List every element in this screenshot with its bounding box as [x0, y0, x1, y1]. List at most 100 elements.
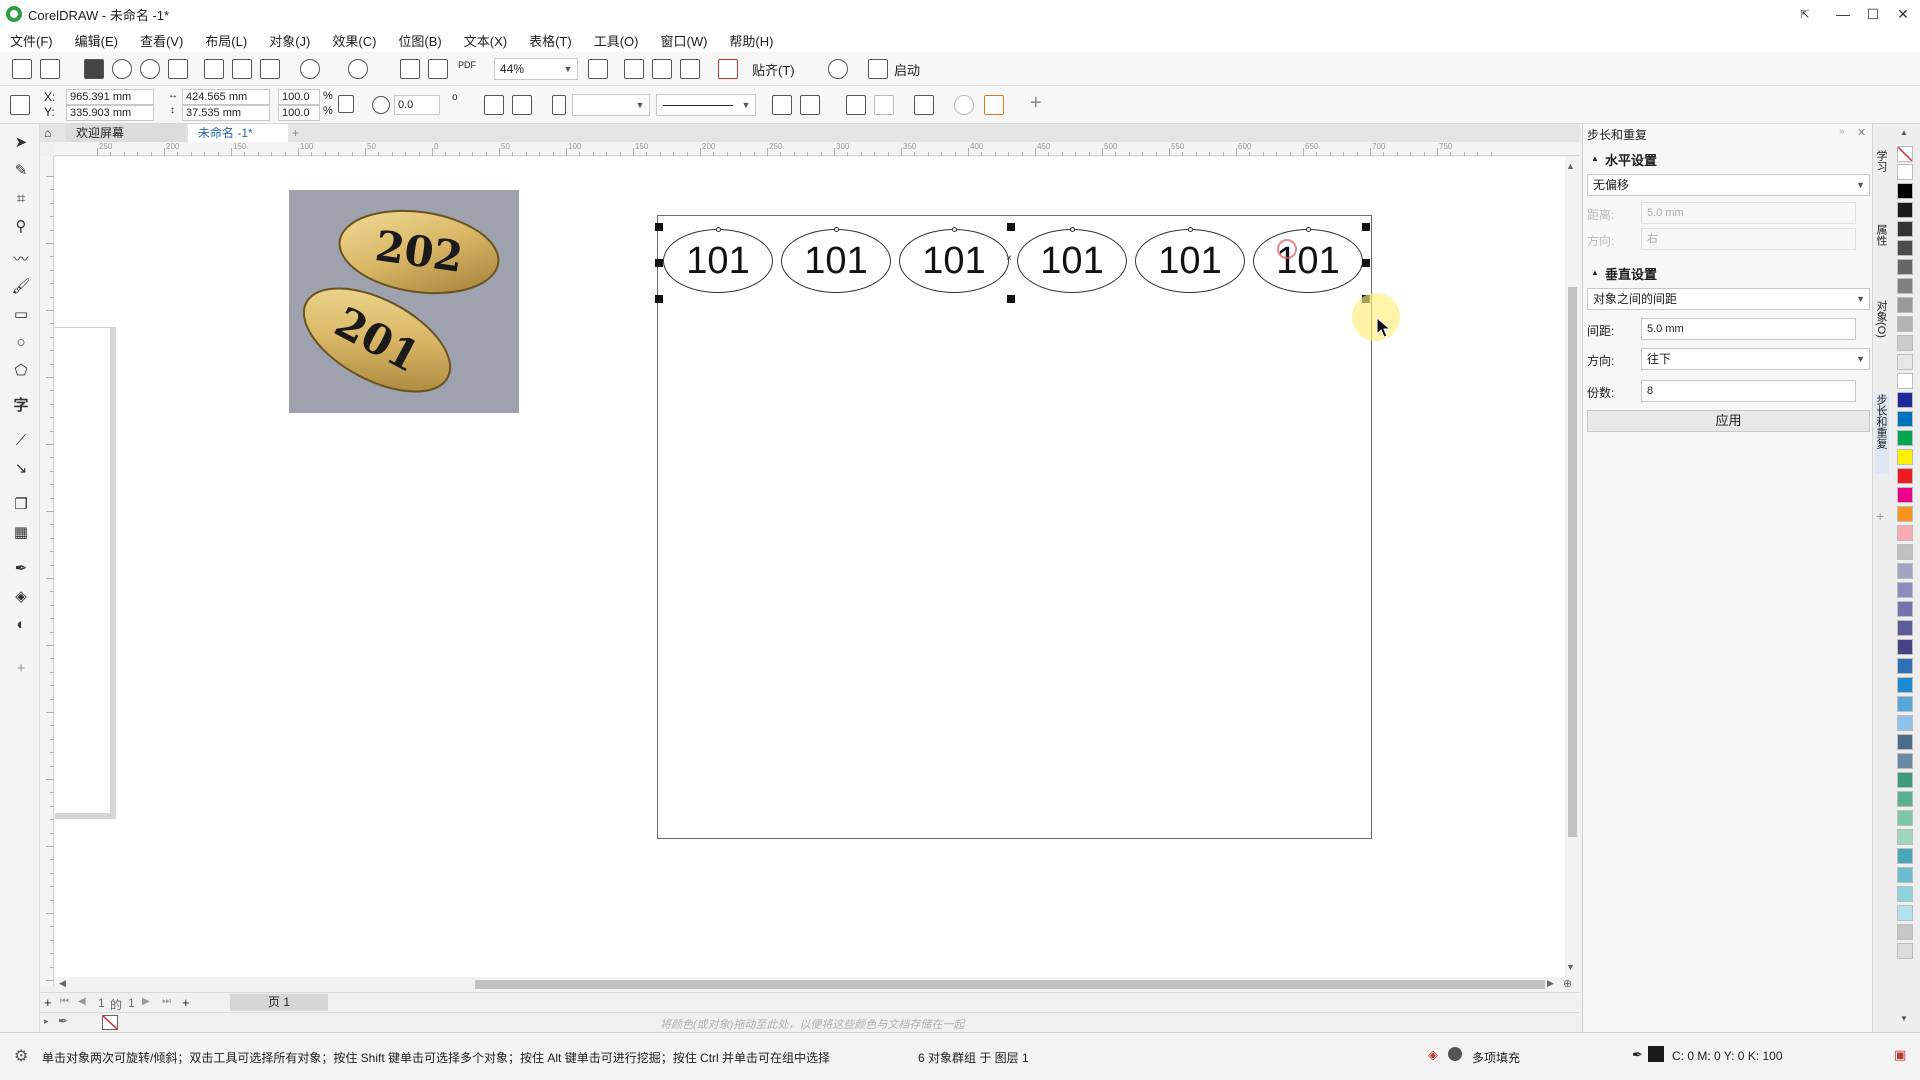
vertical-scrollbar[interactable]: ▲ ▼	[1565, 157, 1580, 977]
break-apart-icon[interactable]	[800, 95, 820, 115]
launch-icon[interactable]	[868, 59, 888, 79]
text-tool-icon[interactable]: 字	[11, 394, 31, 414]
to-front-icon[interactable]	[954, 95, 974, 115]
color-swatch[interactable]	[1897, 468, 1913, 484]
artistic-media-icon[interactable]: 🖌	[11, 276, 31, 296]
add-icon[interactable]: +	[1030, 92, 1042, 115]
tab-document[interactable]: 未命名 -1*	[188, 124, 288, 142]
horizontal-distance-field[interactable]: 5.0 mm	[1641, 202, 1856, 224]
line-style-combo[interactable]: ▼	[656, 94, 756, 116]
color-swatch[interactable]	[1897, 886, 1913, 902]
menu-tools[interactable]: 工具(O)	[594, 31, 639, 50]
selection-handle-bc[interactable]	[1007, 295, 1015, 303]
smart-fill-icon[interactable]: ◐	[11, 614, 31, 634]
color-swatch[interactable]	[1897, 202, 1913, 218]
horizontal-mode-select[interactable]: 无偏移 ▼	[1587, 174, 1870, 196]
color-swatch[interactable]	[1897, 316, 1913, 332]
horizontal-scrollbar[interactable]: ◀ ▶ ⊕	[55, 977, 1580, 992]
eyedropper-icon[interactable]: ✒	[11, 558, 31, 578]
to-back-icon[interactable]	[984, 95, 1004, 115]
color-swatch[interactable]	[1897, 411, 1913, 427]
color-swatch[interactable]	[1897, 487, 1913, 503]
no-color-swatch[interactable]	[1897, 146, 1913, 162]
interactive-fill-icon[interactable]: ◈	[11, 586, 31, 606]
scroll-up-icon[interactable]: ▲	[1566, 161, 1575, 171]
maximize-button[interactable]: ☐	[1858, 0, 1888, 28]
x-position-field[interactable]: 965.391 mm	[66, 89, 154, 105]
minimize-button[interactable]: —	[1828, 0, 1858, 28]
pick-tool-icon[interactable]: ➤	[11, 132, 31, 152]
combine-icon[interactable]	[772, 95, 792, 115]
polygon-tool-icon[interactable]: ⬠	[11, 360, 31, 380]
tab-properties[interactable]: 属性	[1875, 224, 1889, 264]
color-swatch[interactable]	[1897, 734, 1913, 750]
selection-handle-bl[interactable]	[655, 295, 663, 303]
vertical-mode-select[interactable]: 对象之间的间距 ▼	[1587, 288, 1870, 310]
cloud-upload-icon[interactable]	[112, 59, 132, 79]
color-swatch[interactable]	[1897, 544, 1913, 560]
menu-layout[interactable]: 布局(L)	[205, 31, 247, 50]
scroll-right-icon[interactable]: ▶	[1547, 978, 1554, 989]
color-swatch[interactable]	[1897, 183, 1913, 199]
menu-view[interactable]: 查看(V)	[140, 31, 183, 50]
selection-handle-tl[interactable]	[655, 223, 663, 231]
undo-icon[interactable]	[300, 59, 320, 79]
connector-tool-icon[interactable]: ↘	[11, 458, 31, 478]
transparency-icon[interactable]: ▦	[11, 522, 31, 542]
oval-label-5[interactable]: 101	[1135, 229, 1245, 293]
color-swatch[interactable]	[1897, 449, 1913, 465]
color-swatch[interactable]	[1897, 582, 1913, 598]
menu-table[interactable]: 表格(T)	[529, 31, 572, 50]
add-tool-icon[interactable]: +	[11, 658, 31, 678]
vertical-direction-select[interactable]: 往下 ▼	[1641, 348, 1870, 370]
copy-icon[interactable]	[232, 59, 252, 79]
parallel-dimension-icon[interactable]: ⟋	[11, 430, 31, 450]
oval-label-3[interactable]: 101	[899, 229, 1009, 293]
open-icon[interactable]	[40, 59, 60, 79]
palette-menu-icon[interactable]: ▸	[44, 1016, 49, 1027]
previous-page-icon[interactable]: ◀	[78, 996, 86, 1007]
color-swatch[interactable]	[1897, 848, 1913, 864]
pin-icon[interactable]: ⇱	[1790, 0, 1820, 28]
color-swatch[interactable]	[1897, 753, 1913, 769]
color-swatch[interactable]	[1897, 829, 1913, 845]
color-swatch[interactable]	[1897, 639, 1913, 655]
color-swatch[interactable]	[1897, 810, 1913, 826]
tab-step-and-repeat[interactable]: 步长和重复	[1875, 394, 1889, 474]
outline-pen-icon[interactable]	[552, 95, 566, 115]
selection-handle-tr[interactable]	[1362, 223, 1370, 231]
color-swatch[interactable]	[1897, 392, 1913, 408]
rectangle-tool-icon[interactable]: ▭	[11, 304, 31, 324]
color-swatch[interactable]	[1897, 506, 1913, 522]
paste-icon[interactable]	[260, 59, 280, 79]
zoom-navigator-icon[interactable]: ⊕	[1563, 977, 1572, 990]
next-page-icon[interactable]: ▶	[142, 996, 150, 1007]
color-swatch[interactable]	[1897, 297, 1913, 313]
color-swatch[interactable]	[1897, 240, 1913, 256]
selection-handle-ml[interactable]	[655, 259, 663, 267]
full-screen-icon[interactable]	[588, 59, 608, 79]
color-swatch[interactable]	[1897, 221, 1913, 237]
first-page-icon[interactable]: ⏮	[60, 996, 69, 1007]
scroll-left-icon[interactable]: ◀	[59, 978, 66, 989]
color-swatch[interactable]	[1897, 259, 1913, 275]
docker-close-icon[interactable]: ✕	[1857, 126, 1866, 139]
color-swatch[interactable]	[1897, 335, 1913, 351]
palette-scroll-down-icon[interactable]: ▼	[1900, 1014, 1908, 1023]
palette-scroll-up-icon[interactable]: ▲	[1900, 128, 1908, 137]
add-page-after-icon[interactable]: +	[182, 995, 190, 1010]
save-icon[interactable]	[84, 59, 104, 79]
snap-to-dropdown[interactable]: 贴齐(T)	[752, 60, 795, 79]
tab-learn[interactable]: 学习	[1875, 150, 1889, 190]
scroll-down-icon[interactable]: ▼	[1566, 962, 1575, 972]
menu-effects[interactable]: 效果(C)	[332, 31, 376, 50]
selection-handle-tc[interactable]	[1007, 223, 1015, 231]
color-swatch[interactable]	[1897, 943, 1913, 959]
tab-objects[interactable]: 对象(O)	[1875, 300, 1889, 360]
reference-photo[interactable]: 202 201	[289, 190, 519, 413]
collapse-horizontal-icon[interactable]: ▲	[1591, 154, 1599, 163]
scale-height-field[interactable]: 100.0	[278, 105, 320, 121]
no-color-swatch[interactable]	[102, 1015, 118, 1030]
scale-width-field[interactable]: 100.0	[278, 89, 320, 105]
freehand-tool-icon[interactable]: 〰	[11, 248, 31, 268]
